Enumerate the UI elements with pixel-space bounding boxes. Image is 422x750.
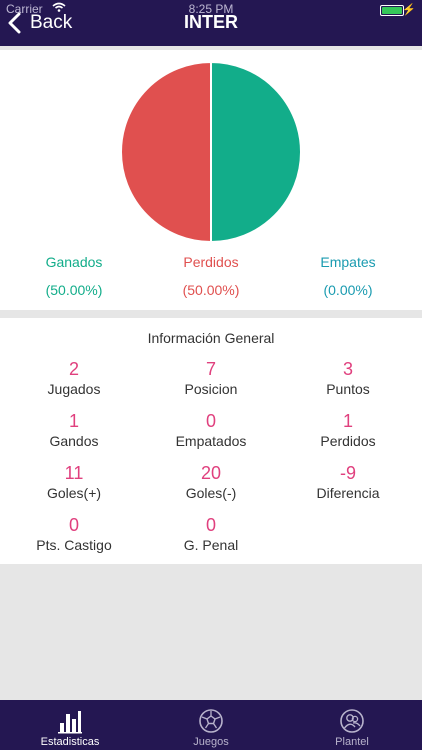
results-card: Ganados (50.00%) Perdidos (50.00%) Empates (0… <box>0 50 422 310</box>
stat-label: Diferencia <box>316 485 380 501</box>
back-label: Back <box>30 12 73 33</box>
legend-label: Empates <box>320 254 376 270</box>
stat-value: 20 <box>200 463 222 483</box>
stat-item: 0 Empatados <box>141 410 281 450</box>
stat-item: 11 Goles(+) <box>4 462 144 502</box>
chevron-left-icon <box>8 12 21 34</box>
stat-item: -9 Diferencia <box>278 462 418 502</box>
bar-chart-icon <box>58 711 82 734</box>
stat-value: 1 <box>342 411 353 431</box>
tab-plantel[interactable]: Plantel <box>282 700 422 750</box>
stat-label: Puntos <box>326 381 370 397</box>
legend-percent: (50.00%) <box>182 282 240 298</box>
stat-item: 0 Pts. Castigo <box>4 514 144 554</box>
tab-bar: Estadisticas Juegos Plantel <box>0 700 422 750</box>
legend-percent: (50.00%) <box>45 282 103 298</box>
stat-value: 11 <box>64 463 84 483</box>
section-title: Información General <box>147 330 275 346</box>
charging-icon: ⚡ <box>402 4 416 16</box>
stat-value: 7 <box>205 359 216 379</box>
nav-bar: Carrier 8:25 PM ⚡ Back INTER <box>0 0 422 46</box>
stat-label: Empatados <box>175 433 247 449</box>
stat-label: Perdidos <box>320 433 376 449</box>
results-pie-chart <box>120 60 302 244</box>
stat-value: 1 <box>68 411 79 431</box>
general-info-card: Información General 2 Jugados 7 Posicion 3 Pu… <box>0 318 422 564</box>
stat-label: Pts. Castigo <box>36 537 112 553</box>
stat-item: 2 Jugados <box>4 358 144 398</box>
stat-label: Goles(+) <box>46 485 102 501</box>
stat-value: 0 <box>205 515 216 535</box>
stat-value: 0 <box>68 515 79 535</box>
stat-item: 0 G. Penal <box>141 514 281 554</box>
stat-item: 7 Posicion <box>141 358 281 398</box>
stat-value: -9 <box>339 463 356 483</box>
soccer-ball-icon <box>199 709 223 733</box>
tab-juegos[interactable]: Juegos <box>141 700 281 750</box>
stat-item: 1 Perdidos <box>278 410 418 450</box>
team-icon <box>340 709 364 733</box>
tab-label: Juegos <box>193 736 229 748</box>
stat-item: 3 Puntos <box>278 358 418 398</box>
tab-label: Estadisticas <box>40 736 100 748</box>
stat-label: Posicion <box>184 381 238 397</box>
legend-percent: (0.00%) <box>323 282 373 298</box>
stat-value: 3 <box>342 359 353 379</box>
back-button[interactable]: Back <box>6 8 72 38</box>
stat-label: Goles(-) <box>185 485 237 501</box>
stat-value: 2 <box>68 359 79 379</box>
legend-label: Perdidos <box>183 254 239 270</box>
pie-slice-perdidos <box>120 60 212 244</box>
legend-label: Ganados <box>45 254 103 270</box>
tab-label: Plantel <box>335 736 369 748</box>
stat-item: 20 Goles(-) <box>141 462 281 502</box>
stat-item: 1 Gandos <box>4 410 144 450</box>
tab-estadisticas[interactable]: Estadisticas <box>0 700 140 750</box>
stat-label: Gandos <box>49 433 99 449</box>
stat-value: 0 <box>205 411 216 431</box>
battery-icon <box>380 5 404 16</box>
stat-label: Jugados <box>47 381 101 397</box>
stat-label: G. Penal <box>183 537 239 553</box>
pie-slice-ganados <box>210 60 302 244</box>
